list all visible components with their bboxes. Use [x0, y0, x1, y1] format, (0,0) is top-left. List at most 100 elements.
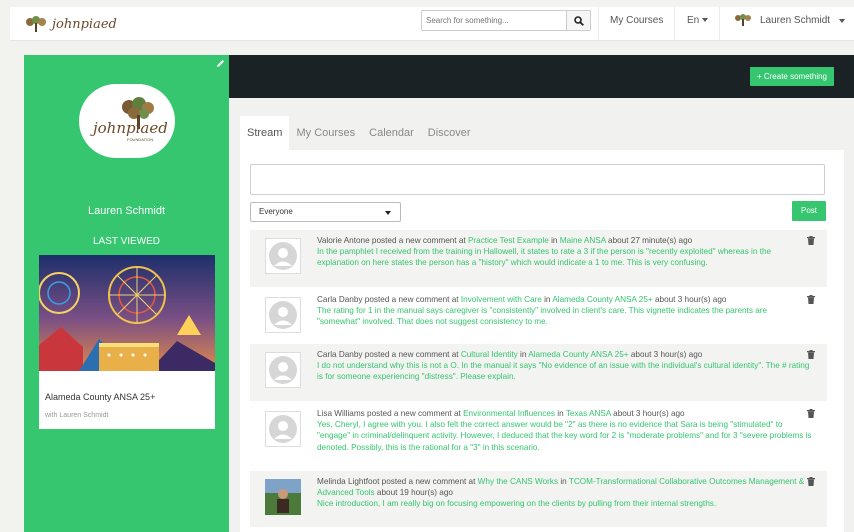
profile-sidebar: johnpiaed FOUNDATION Lauren Schmidt LAST…: [24, 55, 229, 532]
feed-in: in: [555, 409, 566, 418]
feed-action: posted a new comment at: [379, 477, 478, 486]
feed-author[interactable]: Lisa Williams: [317, 409, 365, 418]
feed-author[interactable]: Melinda Lightfoot: [317, 477, 379, 486]
feed-item: Valorie Antone posted a new comment at P…: [250, 230, 827, 287]
main-header-bar: + Create something: [229, 55, 854, 98]
feed-time: about 19 hour(s) ago: [374, 488, 453, 498]
feed-body: Yes, Cheryl, I agree with you. I also fe…: [317, 420, 812, 452]
search-box: [421, 10, 591, 31]
tab-calendar[interactable]: Calendar: [362, 116, 421, 150]
user-placeholder-icon: [269, 356, 297, 384]
nav-divider: [719, 7, 720, 41]
language-label: En: [687, 15, 700, 26]
nav-divider: [598, 7, 599, 41]
avatar[interactable]: [265, 297, 301, 333]
trash-icon[interactable]: [807, 236, 815, 245]
feed-course-link[interactable]: Alameda County ANSA 25+: [528, 350, 628, 359]
brand-logo[interactable]: johnpiaed: [24, 11, 117, 37]
feed-action: posted a new comment at: [369, 236, 468, 245]
feed-target-link[interactable]: Cultural Identity: [461, 350, 518, 359]
avatar[interactable]: [265, 479, 301, 515]
feed-in: in: [517, 350, 529, 359]
user-photo-icon: [265, 479, 301, 515]
feed-course-link[interactable]: Texas ANSA: [566, 409, 611, 418]
create-something-button[interactable]: + Create something: [749, 67, 834, 86]
avatar[interactable]: [265, 411, 301, 447]
feed-action: posted a new comment at: [362, 295, 461, 304]
feed-item-text: Carla Danby posted a new comment at Invo…: [317, 294, 812, 328]
user-placeholder-icon: [269, 301, 297, 329]
chevron-down-icon: [702, 18, 709, 23]
feed-body: In the pamphlet I received from the trai…: [317, 247, 772, 268]
feed-body: The rating for 1 in the manual says care…: [317, 306, 768, 327]
trash-icon[interactable]: [807, 350, 815, 359]
brand-text: johnpiaed: [52, 16, 117, 32]
main-tabs: Stream My Courses Calendar Discover: [240, 116, 478, 150]
course-title: Alameda County ANSA 25+: [45, 392, 156, 402]
feed-author[interactable]: Valorie Antone: [317, 236, 370, 245]
feed-target-link[interactable]: Practice Test Example: [468, 236, 549, 245]
top-navbar: johnpiaed My Courses En Lauren Schmidt: [10, 7, 854, 41]
course-instructor: with Lauren Schmidt: [45, 412, 109, 419]
svg-text:johnpiaed: johnpiaed: [90, 119, 167, 137]
profile-name: Lauren Schmidt: [87, 205, 166, 217]
trash-icon[interactable]: [807, 295, 815, 304]
language-dropdown[interactable]: En: [687, 7, 709, 41]
feed-action: posted a new comment at: [362, 350, 461, 359]
audience-value: Everyone: [259, 207, 293, 216]
user-name: Lauren Schmidt: [760, 15, 831, 26]
stream-panel: Everyone Post Valorie Antone posted a ne…: [240, 150, 844, 532]
trash-icon[interactable]: [807, 477, 815, 486]
feed-item: Lisa Williams posted a new comment at En…: [250, 403, 827, 468]
feed-in: in: [558, 477, 569, 486]
post-composer-input[interactable]: [250, 164, 825, 195]
chevron-down-icon: [839, 19, 846, 23]
nav-my-courses[interactable]: My Courses: [610, 7, 663, 41]
search-icon: [573, 15, 584, 26]
main-content: Stream My Courses Calendar Discover Ever…: [229, 98, 854, 532]
last-viewed-heading: LAST VIEWED: [92, 236, 161, 247]
feed-course-link[interactable]: Maine ANSA: [560, 236, 606, 245]
feed-body: I do not understand why this is not a O.…: [317, 361, 810, 382]
feed-author[interactable]: Carla Danby: [317, 295, 363, 304]
chevron-down-icon: [385, 211, 391, 215]
feed-item-text: Lisa Williams posted a new comment at En…: [317, 408, 812, 453]
pencil-icon[interactable]: [216, 59, 225, 68]
trash-icon[interactable]: [807, 409, 815, 418]
feed-target-link[interactable]: Environmental Influences: [463, 409, 555, 418]
tab-stream[interactable]: Stream: [240, 116, 290, 150]
feed-in: in: [548, 236, 560, 245]
course-thumbnail: [39, 255, 215, 371]
tree-logo-icon: [26, 16, 46, 32]
feed-body: Nice introduction, I am really big on fo…: [317, 499, 717, 509]
user-avatar-icon: [735, 14, 751, 26]
feed-item-text: Valorie Antone posted a new comment at P…: [317, 235, 812, 269]
feed-time: about 27 minute(s) ago: [605, 236, 693, 245]
avatar[interactable]: [265, 352, 301, 388]
feed-target-link[interactable]: Involvement with Care: [461, 295, 542, 304]
last-viewed-course-card[interactable]: Alameda County ANSA 25+ with Lauren Schm…: [39, 255, 215, 429]
feed-target-link[interactable]: Why the CANS Works: [478, 477, 558, 486]
avatar[interactable]: [265, 238, 301, 274]
user-placeholder-icon: [269, 415, 297, 443]
search-input[interactable]: [422, 11, 566, 30]
feed-item-text: Melinda Lightfoot posted a new comment a…: [317, 476, 812, 510]
feed-time: about 3 hour(s) ago: [610, 409, 685, 418]
feed-item: Carla Danby posted a new comment at Invo…: [250, 289, 827, 343]
audience-select[interactable]: Everyone: [250, 202, 401, 222]
feed-time: about 3 hour(s) ago: [652, 295, 727, 304]
foundation-logo-icon: johnpiaed FOUNDATION: [90, 97, 167, 142]
search-button[interactable]: [566, 11, 590, 30]
feed-action: posted a new comment at: [364, 409, 464, 418]
profile-avatar: johnpiaed FOUNDATION: [79, 84, 175, 158]
feed-course-link[interactable]: Alameda County ANSA 25+: [552, 295, 652, 304]
feed-in: in: [541, 295, 553, 304]
tab-discover[interactable]: Discover: [421, 116, 478, 150]
post-button[interactable]: Post: [792, 201, 826, 221]
feed-time: about 3 hour(s) ago: [628, 350, 703, 359]
feed-author[interactable]: Carla Danby: [317, 350, 363, 359]
tab-my-courses[interactable]: My Courses: [289, 116, 362, 150]
feed-item-text: Carla Danby posted a new comment at Cult…: [317, 349, 812, 383]
user-menu[interactable]: Lauren Schmidt: [732, 7, 846, 41]
user-placeholder-icon: [269, 242, 297, 270]
